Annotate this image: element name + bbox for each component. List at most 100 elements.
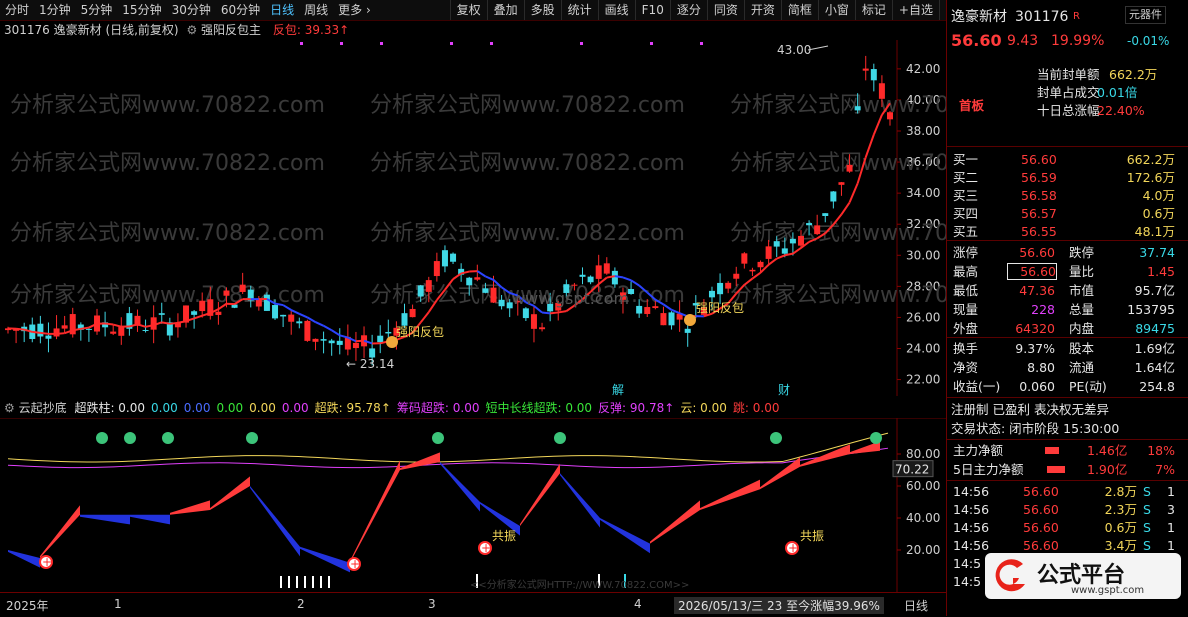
order-book-row[interactable]: 买四56.570.6万 xyxy=(947,204,1188,223)
period-label[interactable]: 日线 xyxy=(904,597,928,614)
candlestick-chart[interactable]: 42.0040.0038.0036.0034.0032.0030.0028.00… xyxy=(0,40,946,396)
tool-button[interactable]: 叠加 xyxy=(487,0,524,20)
chart-info: 301176 逸豪新材 (日线,前复权) ⚙ 强阳反包主 反包: 39.33↑ xyxy=(4,22,349,38)
flow-pct: 18% xyxy=(1147,441,1175,460)
cloud-band xyxy=(170,500,210,514)
candle-body xyxy=(110,332,116,334)
price-tick-label: 30.00 xyxy=(906,248,940,262)
period-tab[interactable]: 1分钟 xyxy=(34,0,76,20)
indicator-line-yellow xyxy=(8,433,888,462)
order-book-row[interactable]: 买五56.5548.1万 xyxy=(947,222,1188,241)
tool-button[interactable]: 统计 xyxy=(561,0,598,20)
order-price: 56.55 xyxy=(1021,222,1057,241)
cloud-band xyxy=(440,462,480,512)
indicator-value: 0.00 xyxy=(282,401,309,415)
order-label: 买三 xyxy=(953,186,978,205)
stat-label: 换手 xyxy=(953,339,978,358)
ma-line-segment xyxy=(194,316,202,319)
tool-button[interactable]: 复权 xyxy=(450,0,487,20)
ma-line-segment xyxy=(291,310,299,314)
candle-body xyxy=(838,182,844,185)
candle-body xyxy=(669,312,675,325)
period-tab[interactable]: 5分钟 xyxy=(76,0,118,20)
buy-signal-icon xyxy=(162,432,174,444)
period-tab[interactable]: 分时 xyxy=(0,0,34,20)
quote-panel: 逸豪新材 301176 R 元器件 56.60 9.43 19.99% -0.0… xyxy=(946,0,1188,616)
signal-icon xyxy=(684,314,696,326)
stat-label: 收益(一) xyxy=(953,377,1000,396)
order-book-row[interactable]: 买三56.584.0万 xyxy=(947,186,1188,205)
order-label: 买一 xyxy=(953,150,978,169)
svg-text:+: + xyxy=(350,557,360,571)
period-tab[interactable]: 日线 xyxy=(265,0,299,20)
stat-value: 95.7亿 xyxy=(1135,281,1175,300)
candle-body xyxy=(571,285,577,286)
indicator-chart[interactable]: 80.0060.0040.0020.0070.22++++共振共振<<分析家公式… xyxy=(0,418,946,592)
stats-row: 外盘64320内盘89475 xyxy=(947,319,1188,338)
tool-button[interactable]: 同资 xyxy=(707,0,744,20)
period-tab[interactable]: 更多 › xyxy=(333,0,376,20)
stat-value: 254.8 xyxy=(1139,377,1175,396)
cloud-band xyxy=(350,460,400,562)
order-volume: 48.1万 xyxy=(1135,222,1175,241)
period-tab[interactable]: 30分钟 xyxy=(167,0,216,20)
high-price-label: 43.00 xyxy=(777,43,811,57)
candle-body xyxy=(482,288,488,293)
resonance-label: 共振 xyxy=(800,529,824,543)
tool-button[interactable]: 开资 xyxy=(744,0,781,20)
indicator-value: 短中长线超跌: 0.00 xyxy=(485,401,592,415)
tool-button[interactable]: 小窗 xyxy=(818,0,855,20)
tool-button[interactable]: 画线 xyxy=(598,0,635,20)
stat-value: 89475 xyxy=(1135,319,1175,338)
candle-body xyxy=(539,327,545,329)
indicator-settings-icon[interactable]: ⚙ xyxy=(4,401,15,415)
tick-price: 56.60 xyxy=(1023,482,1059,501)
settings-icon[interactable]: ⚙ xyxy=(186,23,197,37)
candle-body xyxy=(604,263,610,273)
tool-button[interactable]: 简框 xyxy=(781,0,818,20)
tool-button[interactable]: 逐分 xyxy=(670,0,707,20)
indicator-name[interactable]: 强阳反包主 xyxy=(201,23,261,37)
candle-body xyxy=(62,325,68,328)
candle-body xyxy=(709,291,715,297)
indicator-title[interactable]: 云起抄底 xyxy=(19,401,67,415)
tool-button[interactable]: 标记 xyxy=(855,0,892,20)
stat-value: 37.74 xyxy=(1139,243,1175,262)
tick-volume: 2.8万 xyxy=(1095,482,1137,501)
candle-body xyxy=(215,312,221,315)
period-tab[interactable]: 60分钟 xyxy=(216,0,265,20)
candle-body xyxy=(847,165,853,172)
stat-value: 1.64亿 xyxy=(1135,358,1175,377)
candle-body xyxy=(822,213,828,216)
buy-signal-icon xyxy=(96,432,108,444)
indicator-value: 0.00 xyxy=(216,401,243,415)
period-tab[interactable]: 周线 xyxy=(299,0,333,20)
tool-buttons: 复权叠加多股统计画线F10逐分同资开资简框小窗标记+自选返回 xyxy=(450,0,976,20)
tick-price: 56.60 xyxy=(1023,518,1059,537)
tool-button[interactable]: 多股 xyxy=(524,0,561,20)
event-marker: 财 xyxy=(778,383,790,396)
candle-body xyxy=(863,69,869,71)
cloud-band xyxy=(560,473,600,527)
bottom-bar xyxy=(296,576,298,588)
candle-body xyxy=(418,285,424,296)
period-tabs: 分时1分钟5分钟15分钟30分钟60分钟日线周线更多 › xyxy=(0,0,376,20)
ma-line-segment xyxy=(105,324,113,325)
flow-label: 主力净额 xyxy=(953,441,1003,460)
candle-body xyxy=(491,288,497,303)
tool-button[interactable]: F10 xyxy=(635,0,670,20)
stat-label: 最低 xyxy=(953,281,978,300)
order-book-row[interactable]: 买一56.60662.2万 xyxy=(947,150,1188,169)
period-tab[interactable]: 15分钟 xyxy=(117,0,166,20)
price-tick-label: 24.00 xyxy=(906,342,940,356)
tool-button[interactable]: +自选 xyxy=(892,0,939,20)
watermark-text: 分析家公式网www.70822.com xyxy=(370,93,685,118)
cloud-band xyxy=(210,476,250,510)
candle-body xyxy=(143,330,149,331)
candle-body xyxy=(159,313,165,315)
tick-time: 14:5 xyxy=(953,554,981,573)
order-book-row[interactable]: 买二56.59172.6万 xyxy=(947,168,1188,187)
sector-button[interactable]: 元器件 xyxy=(1125,6,1166,24)
stat-label: 市值 xyxy=(1069,281,1094,300)
indicator-tick-label: 80.00 xyxy=(906,447,940,461)
